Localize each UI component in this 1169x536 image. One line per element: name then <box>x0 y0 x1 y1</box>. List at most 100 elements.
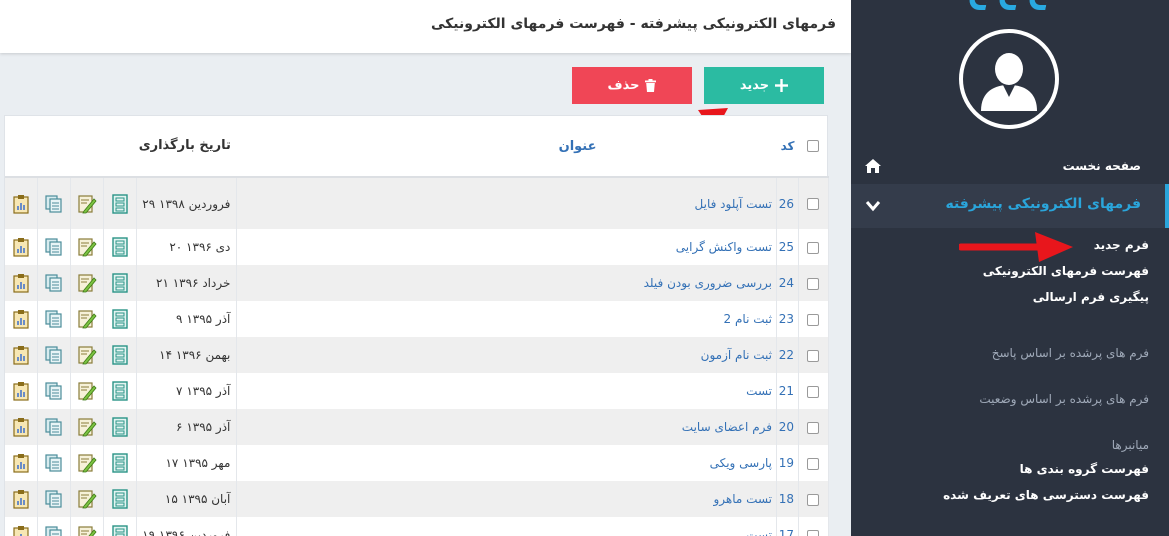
row-checkbox[interactable] <box>807 241 820 254</box>
row-code[interactable]: 26 <box>776 177 799 229</box>
delete-button[interactable]: حذف <box>572 67 692 104</box>
sidebar-item-home[interactable]: صفحه نخست <box>851 150 1169 182</box>
report-action[interactable] <box>5 265 39 301</box>
form-action[interactable] <box>103 177 138 229</box>
row-code[interactable]: 19 <box>776 445 799 481</box>
row-code[interactable]: 18 <box>776 481 799 517</box>
edit-action[interactable] <box>70 481 105 517</box>
row-code[interactable]: 22 <box>776 337 799 373</box>
form-action[interactable] <box>103 481 138 517</box>
row-date: ۷ آذر ۱۳۹۵ <box>136 373 238 409</box>
avatar[interactable] <box>959 29 1059 129</box>
edit-action[interactable] <box>70 409 105 445</box>
copy-action[interactable] <box>37 337 72 373</box>
form-action[interactable] <box>103 409 138 445</box>
report-action[interactable] <box>5 409 39 445</box>
row-checkbox[interactable] <box>807 198 820 210</box>
sidebar-link-filled-by-status[interactable]: فرم های پرشده بر اساس وضعیت <box>979 392 1149 406</box>
report-action[interactable] <box>5 337 39 373</box>
sidebar-link-filled-by-answer[interactable]: فرم های پرشده بر اساس پاسخ <box>992 346 1149 360</box>
copy-action[interactable] <box>37 373 72 409</box>
form-action[interactable] <box>103 373 138 409</box>
clipboard-chart-icon <box>11 346 31 365</box>
copy-action[interactable] <box>37 265 72 301</box>
copy-icon <box>44 490 64 508</box>
row-checkbox[interactable] <box>807 421 820 434</box>
form-action[interactable] <box>103 445 138 481</box>
report-action[interactable] <box>5 373 39 409</box>
report-action[interactable] <box>5 301 39 337</box>
form-action[interactable] <box>103 265 138 301</box>
row-title-link[interactable]: ثبت نام آزمون <box>236 337 777 373</box>
new-button[interactable]: جدید <box>704 67 824 104</box>
report-action[interactable] <box>5 177 39 229</box>
form-action[interactable] <box>103 229 138 265</box>
row-checkbox[interactable] <box>807 493 820 506</box>
form-action[interactable] <box>103 337 138 373</box>
edit-action[interactable] <box>70 229 105 265</box>
row-checkbox[interactable] <box>807 457 820 470</box>
row-title-link[interactable]: بررسی ضروری بودن فیلد <box>236 265 777 301</box>
clipboard-chart-icon <box>11 526 31 536</box>
row-checkbox[interactable] <box>807 313 820 326</box>
row-date: ۲۱ خرداد ۱۳۹۶ <box>136 265 238 301</box>
select-all-checkbox[interactable] <box>807 140 820 152</box>
sidebar-item-advanced-forms-label: فرمهای الکترونیکی پیشرفته <box>945 196 1141 212</box>
copy-action[interactable] <box>37 481 72 517</box>
row-code[interactable]: 17 <box>776 517 799 536</box>
row-checkbox[interactable] <box>807 385 820 398</box>
row-code[interactable]: 23 <box>776 301 799 337</box>
copy-action[interactable] <box>37 409 72 445</box>
copy-action[interactable] <box>37 229 72 265</box>
row-title-link[interactable]: ثبت نام 2 <box>236 301 777 337</box>
row-code[interactable]: 24 <box>776 265 799 301</box>
sidebar-subitem-new-form[interactable]: فرم جدید <box>1094 238 1149 252</box>
copy-icon <box>44 454 64 472</box>
row-title-link[interactable]: تست <box>236 517 777 536</box>
edit-icon <box>77 490 97 509</box>
row-select-cell <box>798 301 830 337</box>
report-action[interactable] <box>5 481 39 517</box>
copy-icon <box>44 382 64 400</box>
copy-action[interactable] <box>37 177 72 229</box>
sidebar-shortcut-permissions[interactable]: فهرست دسترسی های تعریف شده <box>943 488 1149 502</box>
row-title-link[interactable]: تست ماهرو <box>236 481 777 517</box>
edit-action[interactable] <box>70 301 105 337</box>
date-header[interactable]: تاریخ بارگذاری <box>136 116 237 178</box>
row-title-link[interactable]: تست آپلود فایل <box>236 177 777 229</box>
copy-action[interactable] <box>37 445 72 481</box>
sidebar-subitem-track-form[interactable]: پیگیری فرم ارسالی <box>1033 290 1149 304</box>
table-row: ۲۱ خرداد ۱۳۹۶ بررسی ضروری بودن فیلد 24 <box>5 265 830 301</box>
row-code[interactable]: 20 <box>776 409 799 445</box>
row-title-link[interactable]: فرم اعضای سایت <box>236 409 777 445</box>
title-header[interactable]: عنوان <box>236 116 777 178</box>
row-checkbox[interactable] <box>807 349 820 362</box>
edit-action[interactable] <box>70 517 105 536</box>
row-title-link[interactable]: تست <box>236 373 777 409</box>
sidebar-subitem-forms-list[interactable]: فهرست فرمهای الکترونیکی <box>983 264 1149 278</box>
row-title-link[interactable]: تست واکنش گرایی <box>236 229 777 265</box>
row-checkbox[interactable] <box>807 529 820 536</box>
edit-action[interactable] <box>70 337 105 373</box>
row-select-cell <box>798 445 830 481</box>
edit-action[interactable] <box>70 265 105 301</box>
copy-action[interactable] <box>37 517 72 536</box>
edit-action[interactable] <box>70 445 105 481</box>
edit-action[interactable] <box>70 177 105 229</box>
report-action[interactable] <box>5 445 39 481</box>
report-action[interactable] <box>5 229 39 265</box>
row-checkbox[interactable] <box>807 277 820 290</box>
row-title-link[interactable]: پارسی ویکی <box>236 445 777 481</box>
sidebar-item-advanced-forms[interactable]: فرمهای الکترونیکی پیشرفته <box>851 184 1169 228</box>
edit-action[interactable] <box>70 373 105 409</box>
form-icon <box>110 345 130 365</box>
copy-action[interactable] <box>37 301 72 337</box>
actions-header <box>5 116 38 178</box>
sidebar-shortcut-groups[interactable]: فهرست گروه بندی ها <box>1020 462 1149 476</box>
form-action[interactable] <box>103 301 138 337</box>
row-code[interactable]: 21 <box>776 373 799 409</box>
code-header[interactable]: کد <box>776 116 799 178</box>
report-action[interactable] <box>5 517 39 536</box>
form-action[interactable] <box>103 517 138 536</box>
row-code[interactable]: 25 <box>776 229 799 265</box>
